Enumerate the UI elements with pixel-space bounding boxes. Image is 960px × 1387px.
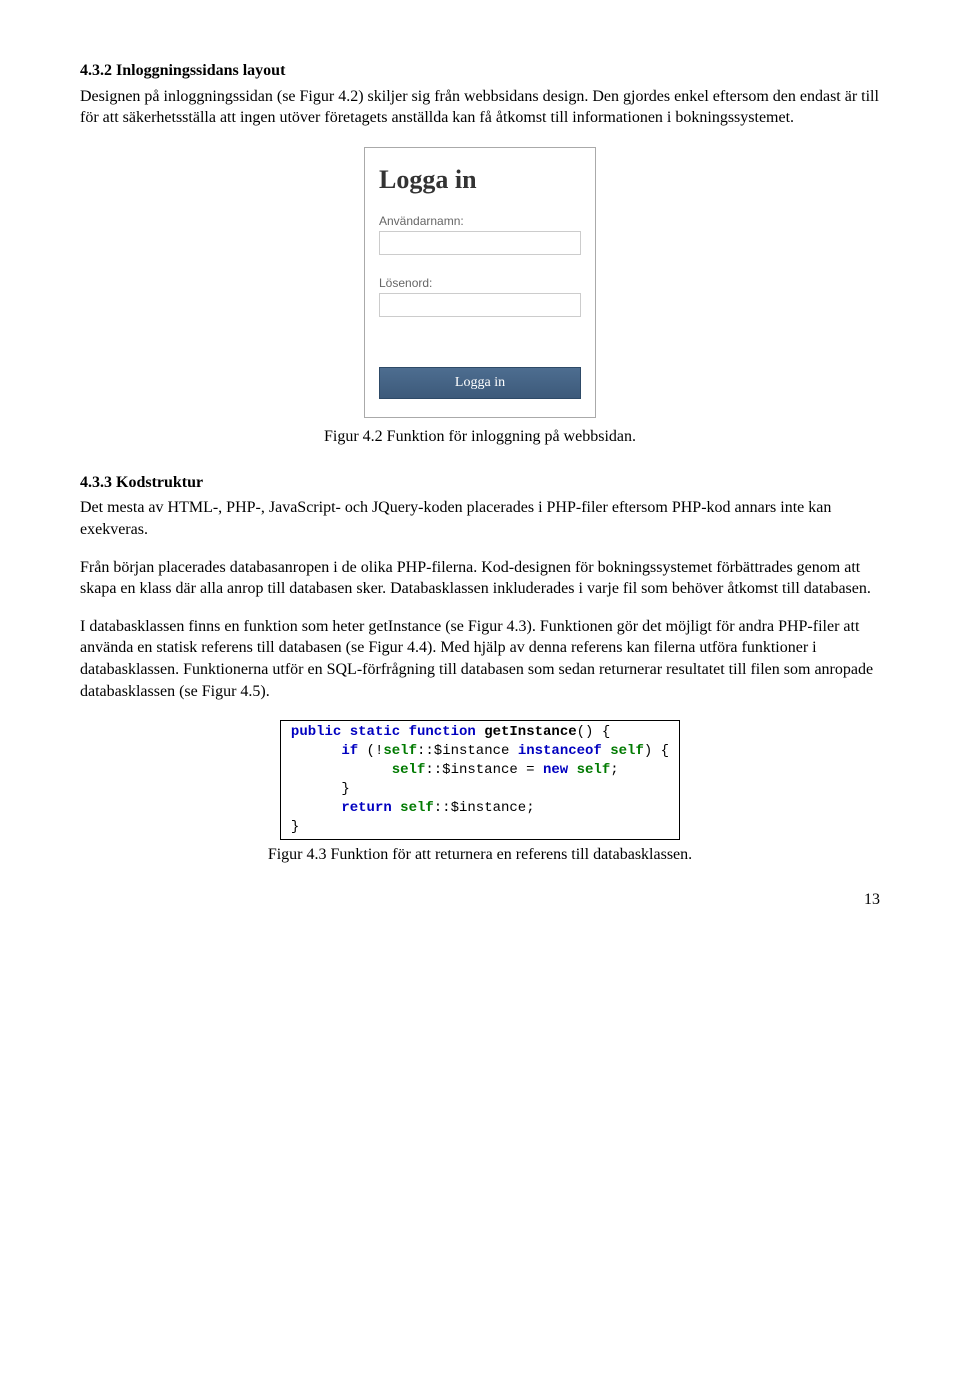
code-text: ::$instance [417,743,518,759]
section-heading-433: 4.3.3 Kodstruktur [80,472,880,494]
login-title: Logga in [379,162,581,197]
page-number: 13 [80,889,880,911]
kw-self: self [392,762,426,778]
figure-42-caption: Figur 4.2 Funktion för inloggning på web… [80,426,880,448]
kw-return: return [341,800,391,816]
kw-if: if [341,743,358,759]
kw-self: self [400,800,434,816]
kw-instanceof: instanceof [518,743,602,759]
code-text: ) { [644,743,669,759]
section-433-p3: I databasklassen finns en funktion som h… [80,616,880,702]
code-figure: public static function getInstance() { i… [80,720,880,839]
password-label: Lösenord: [379,275,581,291]
kw-self: self [610,743,644,759]
username-input[interactable] [379,231,581,255]
code-text [602,743,610,759]
login-button[interactable]: Logga in [379,367,581,399]
kw-new: new [543,762,568,778]
code-text: } [291,819,299,835]
section-432-paragraph: Designen på inloggningssidan (se Figur 4… [80,86,880,129]
kw-static: static [350,724,400,740]
figure-43-caption: Figur 4.3 Funktion för att returnera en … [80,844,880,866]
login-figure: Logga in Användarnamn: Lösenord: Logga i… [80,147,880,418]
kw-self: self [383,743,417,759]
password-input[interactable] [379,293,581,317]
code-text: ::$instance; [434,800,535,816]
login-spacer [379,337,581,367]
code-box: public static function getInstance() { i… [280,720,680,839]
kw-public: public [291,724,341,740]
section-heading-432: 4.3.2 Inloggningssidans layout [80,60,880,82]
code-text: } [341,781,349,797]
kw-function: function [409,724,476,740]
fn-name: getInstance [484,724,576,740]
code-text: ::$instance = [425,762,543,778]
section-433-p2: Från början placerades databasanropen i … [80,557,880,600]
section-433-p1: Det mesta av HTML-, PHP-, JavaScript- oc… [80,497,880,540]
code-text: () { [577,724,611,740]
username-label: Användarnamn: [379,213,581,229]
code-text: (! [358,743,383,759]
login-box: Logga in Användarnamn: Lösenord: Logga i… [364,147,596,418]
code-text: ; [610,762,618,778]
kw-self: self [577,762,611,778]
